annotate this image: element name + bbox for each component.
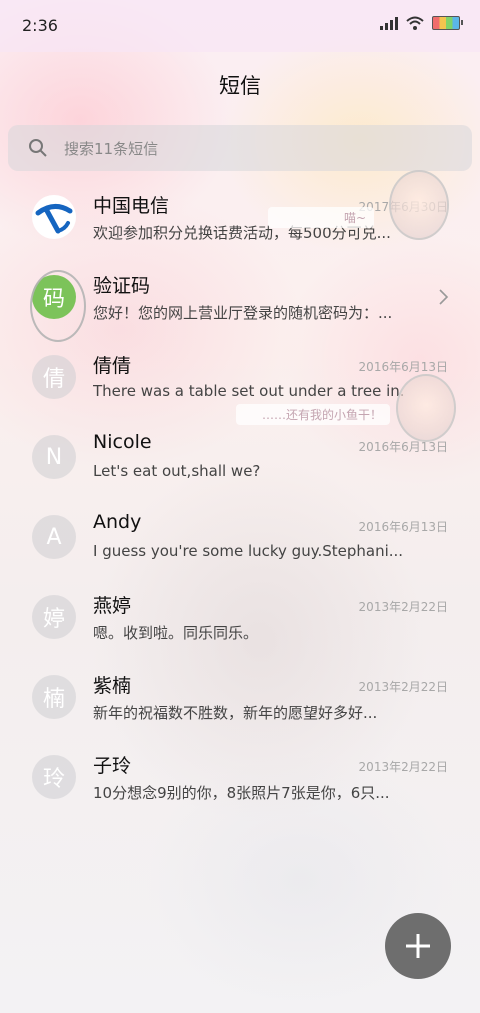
new-message-button[interactable] — [385, 913, 451, 979]
avatar: A — [32, 515, 76, 559]
plus-icon — [406, 934, 430, 958]
wallpaper-cat-sticker — [389, 170, 449, 240]
message-preview: 您好！您的网上营业厅登录的随机密码为：... — [93, 304, 393, 322]
avatar: 楠 — [32, 675, 76, 719]
message-preview: 嗯。收到啦。同乐同乐。 — [93, 624, 259, 642]
contact-name: 中国电信 — [93, 195, 170, 217]
avatar: 倩 — [32, 355, 76, 399]
avatar: 玲 — [32, 755, 76, 799]
chevron-right-icon — [439, 289, 449, 305]
contact-name: 紫楠 — [93, 675, 132, 697]
contact-name: Andy — [93, 511, 142, 533]
message-preview: I guess you're some lucky guy.Stephani..… — [93, 542, 403, 560]
message-preview: There was a table set out under a tree i… — [93, 382, 403, 400]
status-bar: 2:36 — [0, 0, 480, 52]
message-preview: 新年的祝福数不胜数，新年的愿望好多好... — [93, 704, 378, 722]
message-date: 2016年6月13日 — [358, 520, 448, 534]
conversation-row[interactable]: A Andy I guess you're some lucky guy.Ste… — [0, 498, 480, 578]
message-date: 2013年2月22日 — [358, 760, 448, 774]
avatar: 婷 — [32, 595, 76, 639]
contact-name: 燕婷 — [93, 595, 132, 617]
page-title: 短信 — [219, 74, 261, 98]
message-date: 2013年2月22日 — [358, 680, 448, 694]
message-date: 2016年6月13日 — [358, 360, 448, 374]
wallpaper-cat-sticker — [396, 374, 456, 442]
search-icon — [29, 139, 47, 157]
conversation-row[interactable]: 婷 燕婷 嗯。收到啦。同乐同乐。 2013年2月22日 — [0, 578, 480, 658]
conversation-row[interactable]: 楠 紫楠 新年的祝福数不胜数，新年的愿望好多好... 2013年2月22日 — [0, 658, 480, 738]
search-input[interactable]: 搜索11条短信 — [8, 125, 472, 171]
contact-name: Nicole — [93, 431, 152, 453]
status-icons — [380, 16, 463, 30]
wallpaper-bubble: ……还有我的小鱼干！ — [236, 404, 390, 425]
wallpaper-bubble: 喵~ — [268, 207, 374, 228]
battery-icon — [432, 16, 463, 30]
contact-name: 验证码 — [93, 275, 151, 297]
search-placeholder: 搜索11条短信 — [64, 140, 159, 158]
contact-name: 倩倩 — [93, 355, 132, 377]
wallpaper-ring — [30, 270, 86, 342]
carrier-logo-icon — [33, 196, 75, 238]
signal-icon — [380, 16, 398, 30]
message-preview: Let's eat out,shall we? — [93, 462, 261, 480]
status-time: 2:36 — [22, 16, 58, 35]
wifi-icon — [406, 16, 424, 30]
contact-name: 子玲 — [93, 755, 132, 777]
message-date: 2013年2月22日 — [358, 600, 448, 614]
message-preview: 10分想念9别的你，8张照片7张是你，6只... — [93, 784, 390, 802]
avatar — [32, 195, 76, 239]
conversation-row[interactable]: 玲 子玲 10分想念9别的你，8张照片7张是你，6只... 2013年2月22日 — [0, 738, 480, 818]
avatar: N — [32, 435, 76, 479]
